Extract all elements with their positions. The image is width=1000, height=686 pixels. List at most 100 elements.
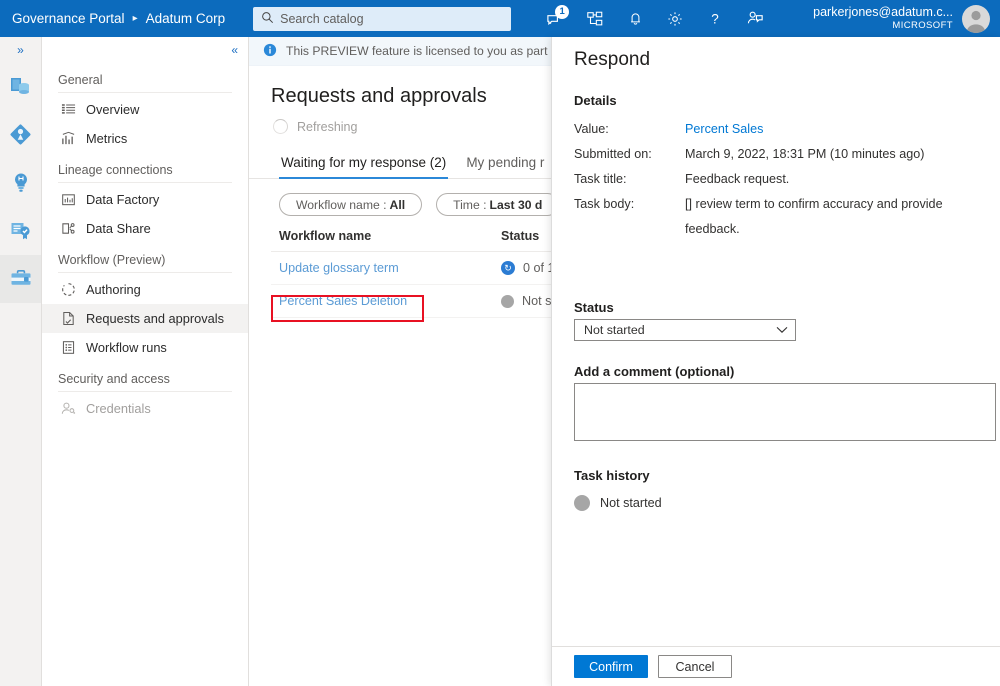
data-map-icon[interactable] — [0, 111, 41, 159]
detail-value-link[interactable]: Percent Sales — [685, 117, 763, 142]
app-root: Governance Portal ▸ Adatum Corp 1 — [0, 0, 1000, 686]
workflow-name-link[interactable]: Percent Sales Deletion — [279, 294, 407, 308]
sidebar-item-label: Overview — [86, 102, 139, 117]
detail-label: Value: — [574, 117, 685, 142]
data-share-icon — [60, 221, 76, 237]
details-list: Value: Percent Sales Submitted on: March… — [552, 108, 1000, 242]
comment-textarea[interactable] — [574, 383, 996, 441]
refresh-spinner-icon — [273, 119, 288, 134]
bar-chart-icon — [60, 131, 76, 147]
policy-certificate-icon[interactable] — [0, 207, 41, 255]
sidebar-item-authoring[interactable]: Authoring — [42, 275, 248, 304]
detail-label: Task title: — [574, 167, 685, 192]
not-started-dot-icon — [574, 495, 590, 511]
sidebar-item-workflow-runs[interactable]: Workflow runs — [42, 333, 248, 362]
panel-spacer — [552, 341, 1000, 364]
sidebar-item-credentials[interactable]: Credentials — [42, 394, 248, 423]
sidebar-item-data-factory[interactable]: Data Factory — [42, 185, 248, 214]
sidebar-item-requests-and-approvals[interactable]: Requests and approvals — [42, 304, 248, 333]
comment-field-label: Add a comment (optional) — [552, 364, 1000, 383]
status-select-value: Not started — [584, 323, 645, 337]
shell-switcher-icon[interactable] — [575, 0, 615, 37]
send-feedback-person-icon[interactable] — [735, 0, 775, 37]
task-history-status-text: Not started — [600, 496, 662, 510]
panel-title: Respond — [552, 37, 1000, 71]
confirm-button[interactable]: Confirm — [574, 655, 648, 678]
status-select[interactable]: Not started — [574, 319, 796, 341]
task-history-entry: Not started — [552, 483, 1000, 511]
refresh-status-label: Refreshing — [297, 120, 357, 134]
nav-group-title-lineage: Lineage connections — [42, 153, 248, 182]
nav-divider — [58, 272, 232, 273]
task-history-heading: Task history — [552, 468, 1000, 483]
filter-pill-label: Workflow name : — [296, 198, 387, 212]
info-icon — [263, 43, 277, 60]
tab-waiting-for-my-response[interactable]: Waiting for my response (2) — [271, 155, 456, 178]
account-area[interactable]: parkerjones@adatum.c... MICROSOFT — [813, 5, 1000, 33]
svg-text:?: ? — [711, 11, 719, 26]
sidebar-item-label: Data Share — [86, 221, 151, 236]
details-heading: Details — [552, 71, 1000, 108]
breadcrumb: Governance Portal ▸ Adatum Corp — [0, 11, 225, 26]
sidebar-item-label: Data Factory — [86, 192, 159, 207]
management-toolbox-icon[interactable] — [0, 255, 41, 303]
account-email: parkerjones@adatum.c... — [813, 5, 953, 20]
nav-divider — [58, 182, 232, 183]
cell-workflow-name: Update glossary term — [271, 261, 501, 275]
data-catalog-icon[interactable] — [0, 63, 41, 111]
search-box[interactable] — [253, 7, 511, 31]
chevron-down-icon — [776, 323, 788, 337]
detail-row-value: Value: Percent Sales — [574, 117, 1000, 142]
feedback-badge-count: 1 — [555, 5, 569, 19]
header-icon-group: 1 ? — [535, 0, 775, 37]
nav-divider — [58, 92, 232, 93]
filter-pill-workflow-name[interactable]: Workflow name : All — [279, 193, 422, 216]
search-input[interactable] — [280, 12, 490, 26]
workflow-name-link[interactable]: Update glossary term — [279, 261, 399, 275]
respond-panel: Respond Details Value: Percent Sales Sub… — [551, 37, 1000, 686]
breadcrumb-account-name[interactable]: Adatum Corp — [146, 11, 226, 26]
filter-pill-label: Time : — [453, 198, 486, 212]
notifications-bell-icon[interactable] — [615, 0, 655, 37]
in-progress-icon: ↻ — [501, 261, 515, 275]
detail-value: Feedback request. — [685, 167, 789, 192]
sidebar-item-label: Authoring — [86, 282, 141, 297]
settings-gear-icon[interactable] — [655, 0, 695, 37]
tab-my-pending-requests[interactable]: My pending r — [456, 155, 554, 178]
factory-icon — [60, 192, 76, 208]
preview-banner-text: This PREVIEW feature is licensed to you … — [286, 44, 571, 58]
sidebar-item-label: Metrics — [86, 131, 127, 146]
sidebar-item-data-share[interactable]: Data Share — [42, 214, 248, 243]
status-field-label: Status — [552, 300, 1000, 319]
detail-label: Task body: — [574, 192, 685, 242]
approval-page-icon — [60, 311, 76, 327]
cancel-button[interactable]: Cancel — [658, 655, 732, 678]
nav-group-title-security: Security and access — [42, 362, 248, 391]
not-started-dot-icon — [501, 295, 514, 308]
panel-spacer — [552, 444, 1000, 468]
nav-collapse-button[interactable]: « — [42, 37, 248, 63]
filter-pill-time[interactable]: Time : Last 30 d — [436, 193, 559, 216]
navigation-pane: « General Overview Metrics Lineage conne… — [42, 37, 249, 686]
brand-title[interactable]: Governance Portal — [12, 11, 125, 26]
rail-expand-button[interactable]: » — [0, 37, 41, 63]
feedback-icon[interactable]: 1 — [535, 0, 575, 37]
help-question-icon[interactable]: ? — [695, 0, 735, 37]
credentials-person-key-icon — [60, 401, 76, 417]
top-header-bar: Governance Portal ▸ Adatum Corp 1 — [0, 0, 1000, 37]
cell-workflow-name: Percent Sales Deletion — [271, 294, 501, 308]
search-icon — [261, 11, 274, 27]
column-header-workflow-name[interactable]: Workflow name — [271, 229, 501, 243]
sidebar-item-label: Workflow runs — [86, 340, 167, 355]
authoring-circle-icon — [60, 282, 76, 298]
sidebar-item-overview[interactable]: Overview — [42, 95, 248, 124]
list-icon — [60, 102, 76, 118]
left-icon-rail: » — [0, 37, 42, 686]
avatar[interactable] — [962, 5, 990, 33]
filter-pill-value: Last 30 d — [490, 198, 543, 212]
insights-bulb-icon[interactable] — [0, 159, 41, 207]
panel-footer: Confirm Cancel — [552, 646, 1000, 686]
nav-divider — [58, 391, 232, 392]
account-org: MICROSOFT — [813, 20, 953, 32]
sidebar-item-metrics[interactable]: Metrics — [42, 124, 248, 153]
